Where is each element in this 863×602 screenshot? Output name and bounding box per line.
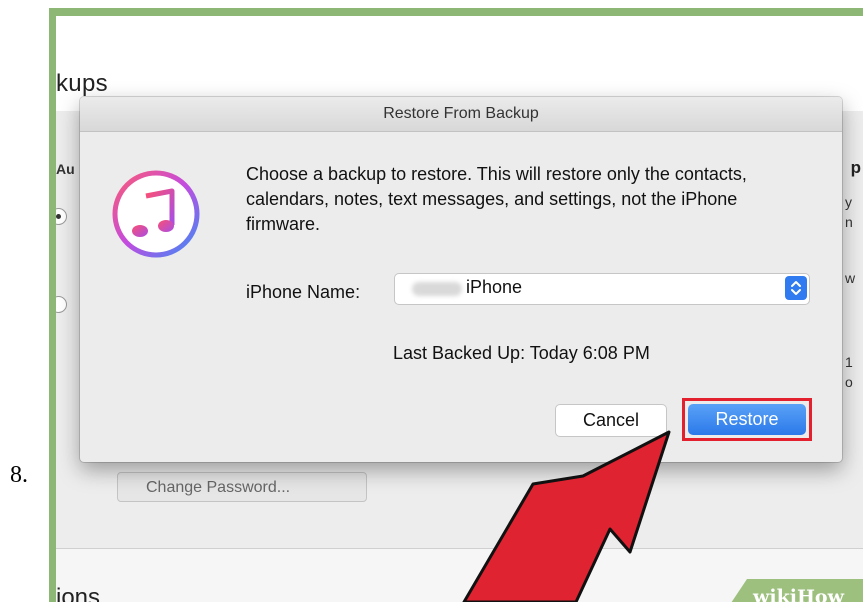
backup-location-radio-selected[interactable] xyxy=(56,208,67,225)
last-backed-up: Last Backed Up: Today 6:08 PM xyxy=(393,343,650,363)
cancel-button[interactable]: Cancel xyxy=(555,404,667,437)
step-number: 8. xyxy=(10,462,28,488)
background-right-fragment: 1 xyxy=(845,354,853,370)
background-left-fragment: Au xyxy=(56,161,75,177)
options-heading: ions xyxy=(56,584,101,602)
background-right-fragment: n xyxy=(845,214,853,230)
background-right-heading-fragment: p xyxy=(850,158,861,177)
backup-location-radio[interactable] xyxy=(56,296,67,313)
change-password-button[interactable]: Change Password... xyxy=(117,472,367,502)
dialog-message: Choose a backup to restore. This will re… xyxy=(246,164,747,234)
background-right-fragment: o xyxy=(845,374,853,390)
backups-heading: kups xyxy=(56,70,108,97)
chevron-up-down-icon[interactable] xyxy=(785,276,807,300)
background-right-fragment: w xyxy=(845,270,856,286)
restore-from-backup-dialog: Restore From Backup Choose a backup to r… xyxy=(80,97,842,462)
restore-button[interactable]: Restore xyxy=(688,404,806,435)
background-right-fragment: y xyxy=(845,194,852,210)
iphone-name-label: iPhone Name: xyxy=(246,282,361,302)
itunes-music-note-icon xyxy=(112,170,200,258)
iphone-name-value: iPhone xyxy=(466,277,523,297)
iphone-name-select[interactable]: iPhone xyxy=(394,273,810,305)
dialog-title: Restore From Backup xyxy=(80,97,842,132)
redacted-name xyxy=(412,282,462,296)
